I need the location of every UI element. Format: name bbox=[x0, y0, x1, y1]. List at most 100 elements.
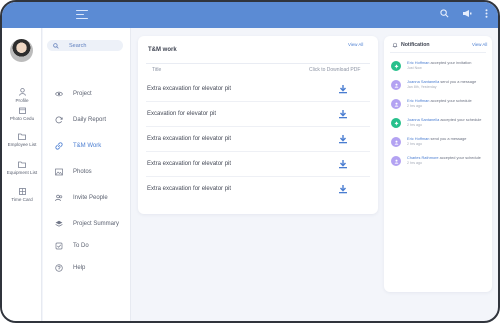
top-bar bbox=[2, 2, 498, 28]
table-row[interactable]: Extra excavation for elevator pit bbox=[146, 127, 370, 152]
person-icon bbox=[18, 88, 26, 96]
rail-item-employee-list[interactable]: Employee List bbox=[2, 133, 42, 147]
sidebar-item-project[interactable]: Project bbox=[55, 90, 92, 98]
notification-avatar bbox=[391, 80, 401, 90]
link-icon bbox=[55, 142, 63, 150]
help-icon bbox=[55, 264, 63, 272]
sidebar-item-help[interactable]: Help bbox=[55, 264, 85, 272]
person-icon bbox=[394, 140, 398, 145]
sidebar-item-label: To Do bbox=[73, 243, 89, 249]
rail-item-time-card[interactable]: Time Card bbox=[2, 188, 42, 202]
notification-time: 2 hrs ago bbox=[407, 161, 422, 165]
search-input[interactable]: Search bbox=[47, 40, 123, 51]
notification-text: Eric Hoffman accepted your invitation bbox=[407, 60, 472, 65]
rail-item-label: Employee List bbox=[7, 142, 37, 147]
sidebar-item-label: Project Summary bbox=[73, 221, 120, 227]
download-icon[interactable] bbox=[338, 134, 348, 144]
notification-text: Joanna Santanella accepted your schedule bbox=[407, 117, 482, 122]
download-icon[interactable] bbox=[338, 84, 348, 94]
eye-icon bbox=[55, 91, 63, 97]
image-icon bbox=[55, 168, 63, 176]
notification-time: 2 hrs ago bbox=[407, 123, 422, 127]
layers-icon bbox=[55, 220, 63, 227]
rail-item-equipment-list[interactable]: Equipment List bbox=[2, 161, 42, 175]
rail-item-label: Equipment List bbox=[6, 170, 38, 175]
sidebar-item-label: Daily Report bbox=[73, 117, 107, 123]
more-vertical-icon[interactable] bbox=[485, 9, 488, 18]
search-icon bbox=[53, 42, 59, 49]
divider bbox=[146, 63, 370, 64]
sidebar-item-project-summary[interactable]: Project Summary bbox=[55, 220, 119, 228]
megaphone-icon[interactable] bbox=[462, 9, 472, 18]
top-bar-actions bbox=[440, 9, 488, 18]
table-row[interactable]: Extra excavation for elevator pit bbox=[146, 152, 370, 177]
person-icon bbox=[394, 102, 398, 107]
notification-time: 2 hrs ago bbox=[407, 142, 422, 146]
sidebar-item-label: Help bbox=[73, 265, 86, 271]
refresh-icon bbox=[55, 116, 63, 124]
notification-avatar bbox=[391, 118, 401, 128]
notification-text: Eric Hoffman accepted your schedule bbox=[407, 98, 472, 103]
notification-avatar bbox=[391, 61, 401, 71]
row-title: Extra excavation for elevator pit bbox=[147, 136, 232, 142]
view-all-notifications-link[interactable]: View All bbox=[472, 42, 487, 47]
sidebar-item-label: Invite People bbox=[73, 195, 108, 201]
row-title: Extra excavation for elevator pit bbox=[147, 161, 232, 167]
rail-item-photo-cedu[interactable]: Photo Cedu bbox=[2, 107, 42, 121]
sidebar: Search Project Daily Report T&M Work Pho… bbox=[43, 28, 131, 321]
notification-text: Joanna Santanella send you a message bbox=[407, 79, 477, 84]
notification-avatar bbox=[391, 137, 401, 147]
rail-item-label: Profile bbox=[15, 98, 29, 103]
rail-item-label: Photo Cedu bbox=[9, 116, 35, 121]
people-icon bbox=[55, 194, 63, 202]
sidebar-item-label: Photos bbox=[73, 169, 92, 175]
app-window: Profile Photo Cedu Employee List Equipme… bbox=[0, 0, 500, 323]
divider bbox=[390, 52, 486, 53]
notification-text: Charles Rathmore accepted your schedule bbox=[407, 155, 481, 160]
sidebar-item-label: Project bbox=[73, 91, 92, 97]
notification-text: Eric Hoffman send you a message bbox=[407, 136, 467, 141]
column-header-title: Title bbox=[152, 67, 162, 73]
column-header-download: Click to Download PDF bbox=[309, 67, 361, 73]
person-icon bbox=[394, 83, 398, 88]
pin-icon bbox=[393, 63, 399, 69]
timecard-icon bbox=[18, 188, 26, 195]
notification-avatar bbox=[391, 99, 401, 109]
row-title: Extra excavation for elevator pit bbox=[147, 86, 232, 92]
table-row[interactable]: Extra excavation for elevator pit bbox=[146, 177, 370, 202]
sidebar-item-to-do[interactable]: To Do bbox=[55, 242, 89, 250]
row-title: Excavation for elevator pit bbox=[147, 111, 217, 117]
notification-time: 2 hrs ago bbox=[407, 104, 422, 108]
download-icon[interactable] bbox=[338, 184, 348, 194]
person-icon bbox=[394, 159, 398, 164]
menu-icon[interactable] bbox=[76, 10, 88, 20]
folder-icon bbox=[18, 161, 26, 168]
notification-header: Notification bbox=[392, 42, 430, 48]
notification-panel: Notification View All Eric Hoffman accep… bbox=[384, 36, 492, 292]
sidebar-item-tm-work[interactable]: T&M Work bbox=[55, 142, 101, 150]
table-row[interactable]: Excavation for elevator pit bbox=[146, 102, 370, 127]
calendar-icon bbox=[18, 107, 26, 114]
search-placeholder: Search bbox=[69, 42, 87, 49]
left-rail: Profile Photo Cedu Employee List Equipme… bbox=[2, 28, 42, 321]
notification-title: Notification bbox=[401, 42, 430, 48]
notification-time: Just Now bbox=[407, 66, 422, 70]
bell-icon bbox=[392, 42, 398, 48]
sidebar-item-photos[interactable]: Photos bbox=[55, 168, 92, 176]
card-title: T&M work bbox=[148, 47, 177, 53]
pin-icon bbox=[393, 120, 399, 126]
sidebar-item-label: T&M Work bbox=[73, 143, 102, 149]
avatar[interactable] bbox=[10, 39, 33, 62]
rail-item-profile[interactable]: Profile bbox=[2, 88, 42, 103]
notification-avatar bbox=[391, 156, 401, 166]
checkbox-icon bbox=[55, 242, 63, 250]
sidebar-item-invite-people[interactable]: Invite People bbox=[55, 194, 108, 202]
download-icon[interactable] bbox=[338, 109, 348, 119]
notification-time: Jan 8th, Yesterday bbox=[407, 85, 437, 89]
table-row[interactable]: Extra excavation for elevator pit bbox=[146, 77, 370, 102]
view-all-link[interactable]: View All bbox=[348, 42, 363, 47]
sidebar-item-daily-report[interactable]: Daily Report bbox=[55, 116, 106, 124]
download-icon[interactable] bbox=[338, 159, 348, 169]
search-icon[interactable] bbox=[440, 9, 449, 18]
rail-item-label: Time Card bbox=[11, 197, 33, 202]
